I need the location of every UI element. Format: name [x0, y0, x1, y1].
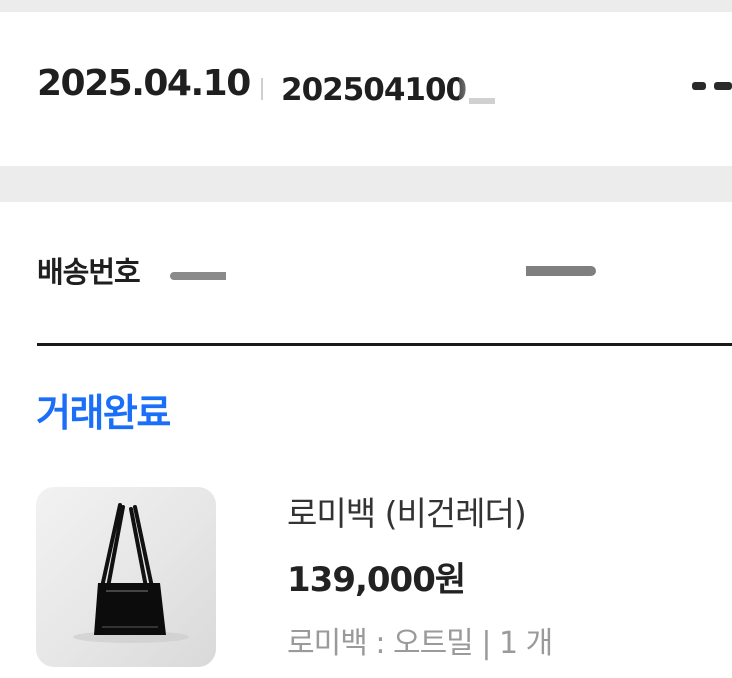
status-label: 거래완료 [36, 391, 171, 435]
shipping-number-label: 배송번호 [37, 255, 141, 289]
order-header: 2025.04.10 202504100 [0, 12, 732, 166]
section-gap-top [0, 0, 732, 12]
product-option: 로미백 : 오트밀 | 1 개 [287, 626, 553, 661]
order-number-text: 202504100 [281, 72, 467, 108]
order-number-trail-redacted [690, 72, 732, 102]
product-thumbnail[interactable] [36, 487, 216, 667]
section-gap-middle [0, 166, 732, 202]
divider [37, 343, 732, 346]
order-number-redaction [459, 68, 531, 112]
shoulder-bag-icon [73, 503, 189, 643]
shipment-card: 배송번호 거래완료 로미백 (비건레더) 139,000원 로미백 : 오트밀 … [0, 202, 732, 678]
order-date: 2025.04.10 [37, 63, 251, 104]
product-price: 139,000원 [287, 560, 466, 600]
shipping-number-redacted [166, 252, 596, 292]
product-name[interactable]: 로미백 (비건레더) [287, 492, 527, 536]
order-separator [261, 78, 263, 100]
order-number: 202504100 [281, 68, 531, 112]
